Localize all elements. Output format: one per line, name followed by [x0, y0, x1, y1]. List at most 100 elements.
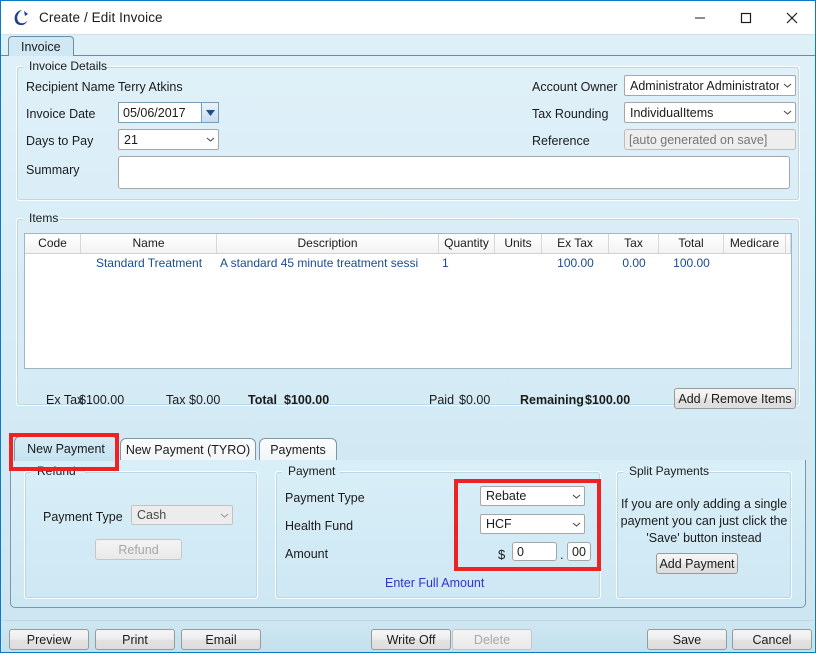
reference-label: Reference	[532, 134, 590, 148]
column-header-units[interactable]: Units	[495, 234, 542, 253]
cell-total: 100.00	[673, 256, 710, 270]
maximize-button[interactable]	[723, 1, 769, 34]
enter-full-amount-link[interactable]: Enter Full Amount	[385, 576, 484, 590]
tax-value: $0.00	[189, 393, 221, 407]
cell-quantity: 1	[442, 256, 449, 270]
amount-decimal-separator: .	[560, 547, 564, 562]
cancel-button[interactable]: Cancel	[732, 629, 812, 650]
items-group-title: Items	[29, 211, 59, 225]
tab-invoice[interactable]: Invoice	[8, 36, 74, 57]
close-button[interactable]	[769, 1, 815, 34]
title-bar: Create / Edit Invoice	[1, 1, 815, 35]
invoice-date-picker[interactable]: 05/06/2017	[118, 102, 219, 123]
payment-type-combo[interactable]: Rebate	[480, 486, 585, 506]
currency-symbol: $	[498, 547, 506, 562]
invoice-details-group-title: Invoice Details	[29, 59, 108, 73]
remaining-label: Remaining	[520, 393, 584, 407]
chevron-down-icon	[202, 137, 218, 142]
chevron-down-icon	[779, 110, 795, 115]
split-payments-help-line-2: payment you can just click the	[620, 514, 788, 528]
content-panel: Invoice Details Recipient Name Terry Atk…	[2, 56, 814, 620]
tab-payments[interactable]: Payments	[259, 438, 337, 461]
main-tab-strip: Invoice	[1, 34, 815, 57]
add-payment-button[interactable]: Add Payment	[656, 553, 738, 574]
summary-input[interactable]	[118, 156, 790, 189]
days-to-pay-label: Days to Pay	[26, 134, 94, 148]
table-row[interactable]: Standard Treatment A standard 45 minute …	[25, 254, 791, 272]
column-header-ex-tax[interactable]: Ex Tax	[542, 234, 609, 253]
date-dropdown-icon[interactable]	[201, 103, 218, 122]
chevron-down-icon	[568, 494, 584, 499]
ex-tax-value: $100.00	[79, 393, 125, 407]
email-button[interactable]: Email	[181, 629, 261, 650]
cell-units	[495, 254, 542, 272]
tax-rounding-combo[interactable]: IndividualItems	[624, 102, 796, 123]
payment-type-value: Rebate	[486, 489, 527, 503]
tab-invoice-label: Invoice	[21, 40, 61, 54]
payment-tab-strip: New Payment New Payment (TYRO) Payments	[10, 436, 806, 461]
split-payments-help-line-1: If you are only adding a single	[620, 497, 788, 511]
tab-new-payment[interactable]: New Payment	[14, 436, 118, 461]
summary-label: Summary	[26, 163, 80, 177]
tab-new-payment-label: New Payment	[27, 442, 105, 456]
payment-type-label: Payment Type	[285, 491, 365, 505]
days-to-pay-combo[interactable]: 21	[118, 129, 219, 150]
column-header-code[interactable]: Code	[25, 234, 81, 253]
cell-code	[25, 254, 81, 272]
health-fund-label: Health Fund	[285, 519, 354, 533]
column-header-total[interactable]: Total	[659, 234, 724, 253]
health-fund-combo[interactable]: HCF	[480, 514, 585, 534]
cell-description: A standard 45 minute treatment sessi	[220, 256, 419, 270]
column-header-tax[interactable]: Tax	[609, 234, 659, 253]
health-fund-value: HCF	[486, 517, 512, 531]
cell-ex-tax: 100.00	[557, 256, 594, 270]
recipient-name-label: Recipient Name	[26, 80, 115, 94]
refund-payment-type-label: Payment Type	[43, 510, 123, 524]
refund-button[interactable]: Refund	[95, 539, 182, 560]
column-header-filler	[786, 234, 791, 253]
payment-group-title: Payment	[288, 464, 336, 478]
print-button[interactable]: Print	[95, 629, 175, 650]
preview-button[interactable]: Preview	[9, 629, 89, 650]
window-controls	[677, 1, 815, 34]
cell-name: Standard Treatment	[95, 256, 203, 270]
tax-rounding-value: IndividualItems	[630, 105, 714, 120]
invoice-date-label: Invoice Date	[26, 107, 96, 121]
cell-medicare	[724, 254, 786, 272]
reference-input[interactable]	[624, 129, 796, 150]
amount-cents-input[interactable]	[567, 542, 591, 561]
write-off-button[interactable]: Write Off	[371, 629, 451, 650]
remaining-value: $100.00	[585, 393, 631, 407]
account-owner-combo[interactable]: Administrator Administrator	[624, 75, 796, 96]
invoice-date-value: 05/06/2017	[123, 105, 186, 120]
recipient-name-value: Terry Atkins	[118, 80, 183, 94]
days-to-pay-value: 21	[124, 132, 138, 147]
column-header-medicare[interactable]: Medicare	[724, 234, 786, 253]
account-owner-value: Administrator Administrator	[630, 78, 779, 93]
refund-group: Refund	[24, 464, 258, 599]
window-title: Create / Edit Invoice	[39, 10, 163, 25]
chevron-down-icon	[568, 522, 584, 527]
column-header-description[interactable]: Description	[217, 234, 439, 253]
cell-tax: 0.00	[622, 256, 646, 270]
split-payments-group-title: Split Payments	[629, 464, 710, 478]
column-header-quantity[interactable]: Quantity	[439, 234, 495, 253]
items-grid[interactable]: Code Name Description Quantity Units Ex …	[24, 233, 792, 369]
tab-new-payment-tyro-label: New Payment (TYRO)	[125, 443, 251, 457]
split-payments-help-line-3: 'Save' button instead	[646, 531, 762, 545]
add-remove-items-button[interactable]: Add / Remove Items	[674, 388, 796, 409]
paid-value: $0.00	[459, 393, 491, 407]
delete-button[interactable]: Delete	[452, 629, 532, 650]
chevron-down-icon	[779, 83, 795, 88]
account-owner-label: Account Owner	[532, 80, 618, 94]
tab-payments-label: Payments	[270, 443, 326, 457]
paid-label: Paid	[429, 393, 455, 407]
refund-payment-type-combo[interactable]: Cash	[131, 505, 233, 525]
refund-group-title: Refund	[37, 464, 76, 478]
tab-new-payment-tyro[interactable]: New Payment (TYRO)	[120, 438, 256, 461]
amount-dollars-input[interactable]	[512, 542, 557, 561]
minimize-button[interactable]	[677, 1, 723, 34]
save-button[interactable]: Save	[647, 629, 727, 650]
column-header-name[interactable]: Name	[81, 234, 217, 253]
total-label: Total	[248, 393, 277, 407]
